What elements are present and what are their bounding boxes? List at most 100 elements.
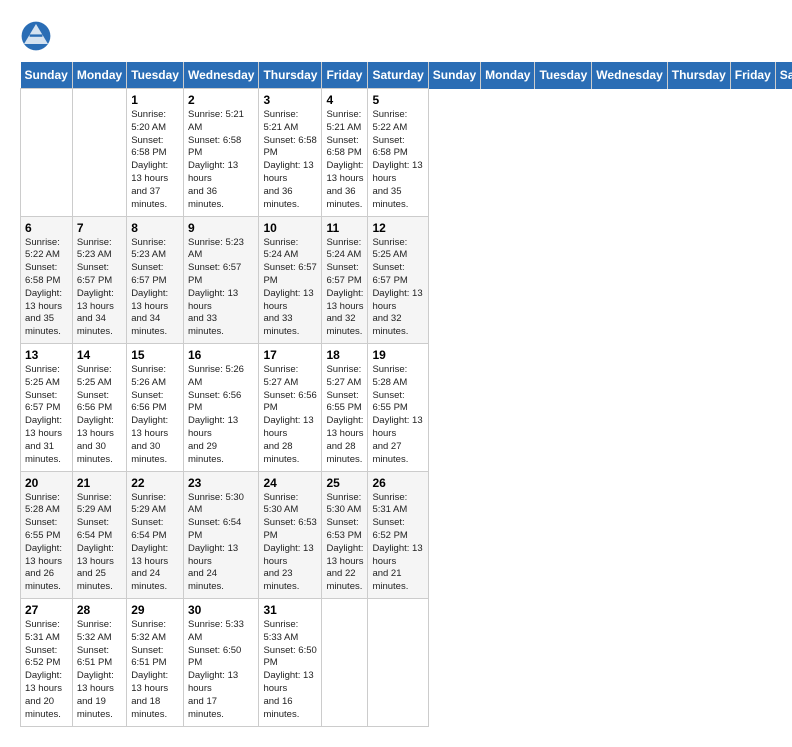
day-number: 13 — [25, 348, 68, 362]
col-header-tuesday: Tuesday — [127, 62, 184, 89]
day-info: Sunrise: 5:30 AM Sunset: 6:53 PM Dayligh… — [263, 492, 317, 595]
calendar-cell: 4Sunrise: 5:21 AM Sunset: 6:58 PM Daylig… — [322, 89, 368, 217]
calendar-cell: 30 Sunrise: 5:33 AM Sunset: 6:50 PM Dayli… — [183, 599, 258, 727]
day-number: 9 — [188, 221, 254, 235]
calendar-cell: 9 Sunrise: 5:23 AM Sunset: 6:57 PM Daylig… — [183, 216, 258, 344]
calendar-cell: 25 Sunrise: 5:30 AM Sunset: 6:53 PM Dayli… — [322, 471, 368, 599]
day-info: Sunrise: 5:29 AM Sunset: 6:54 PM Dayligh… — [77, 492, 122, 595]
day-info: Sunrise: 5:21 AM Sunset: 6:58 PM Dayligh… — [188, 109, 254, 212]
day-info: Sunrise: 5:23 AM Sunset: 6:57 PM Dayligh… — [131, 237, 179, 340]
day-info: Sunrise: 5:29 AM Sunset: 6:54 PM Dayligh… — [131, 492, 179, 595]
calendar-cell: 26 Sunrise: 5:31 AM Sunset: 6:52 PM Dayli… — [368, 471, 428, 599]
calendar-cell: 16 Sunrise: 5:26 AM Sunset: 6:56 PM Dayli… — [183, 344, 258, 472]
col-header-thursday: Thursday — [259, 62, 322, 89]
day-info: Sunrise: 5:32 AM Sunset: 6:51 PM Dayligh… — [77, 619, 122, 722]
day-number: 26 — [372, 476, 423, 490]
calendar-cell: 1Sunrise: 5:20 AM Sunset: 6:58 PM Daylig… — [127, 89, 184, 217]
day-number: 8 — [131, 221, 179, 235]
day-info: Sunrise: 5:25 AM Sunset: 6:57 PM Dayligh… — [372, 237, 423, 340]
day-info: Sunrise: 5:24 AM Sunset: 6:57 PM Dayligh… — [263, 237, 317, 340]
day-number: 16 — [188, 348, 254, 362]
day-info: Sunrise: 5:27 AM Sunset: 6:55 PM Dayligh… — [326, 364, 363, 467]
calendar-cell: 19Sunrise: 5:28 AM Sunset: 6:55 PM Dayli… — [368, 344, 428, 472]
col-header-thursday: Thursday — [667, 62, 730, 89]
day-number: 14 — [77, 348, 122, 362]
col-header-wednesday: Wednesday — [183, 62, 258, 89]
calendar-cell — [322, 599, 368, 727]
day-info: Sunrise: 5:22 AM Sunset: 6:58 PM Dayligh… — [372, 109, 423, 212]
calendar-cell — [368, 599, 428, 727]
calendar-week-3: 13 Sunrise: 5:25 AM Sunset: 6:57 PM Dayli… — [21, 344, 792, 472]
calendar-cell: 10 Sunrise: 5:24 AM Sunset: 6:57 PM Dayli… — [259, 216, 322, 344]
logo-icon — [20, 20, 52, 52]
day-info: Sunrise: 5:23 AM Sunset: 6:57 PM Dayligh… — [188, 237, 254, 340]
day-info: Sunrise: 5:33 AM Sunset: 6:50 PM Dayligh… — [188, 619, 254, 722]
day-info: Sunrise: 5:24 AM Sunset: 6:57 PM Dayligh… — [326, 237, 363, 340]
day-number: 19 — [372, 348, 423, 362]
col-header-sunday: Sunday — [428, 62, 480, 89]
col-header-monday: Monday — [72, 62, 126, 89]
calendar-cell: 12 Sunrise: 5:25 AM Sunset: 6:57 PM Dayli… — [368, 216, 428, 344]
calendar-table: SundayMondayTuesdayWednesdayThursdayFrid… — [20, 62, 792, 727]
day-number: 22 — [131, 476, 179, 490]
day-number: 21 — [77, 476, 122, 490]
calendar-cell: 20 Sunrise: 5:28 AM Sunset: 6:55 PM Dayli… — [21, 471, 73, 599]
calendar-cell: 7Sunrise: 5:23 AM Sunset: 6:57 PM Daylig… — [72, 216, 126, 344]
day-info: Sunrise: 5:27 AM Sunset: 6:56 PM Dayligh… — [263, 364, 317, 467]
page-header — [20, 20, 772, 52]
day-info: Sunrise: 5:25 AM Sunset: 6:56 PM Dayligh… — [77, 364, 122, 467]
day-info: Sunrise: 5:20 AM Sunset: 6:58 PM Dayligh… — [131, 109, 179, 212]
day-number: 31 — [263, 603, 317, 617]
col-header-tuesday: Tuesday — [535, 62, 592, 89]
calendar-cell: 11 Sunrise: 5:24 AM Sunset: 6:57 PM Dayli… — [322, 216, 368, 344]
day-number: 2 — [188, 93, 254, 107]
day-number: 7 — [77, 221, 122, 235]
day-number: 6 — [25, 221, 68, 235]
day-number: 24 — [263, 476, 317, 490]
calendar-cell: 13 Sunrise: 5:25 AM Sunset: 6:57 PM Dayli… — [21, 344, 73, 472]
day-info: Sunrise: 5:33 AM Sunset: 6:50 PM Dayligh… — [263, 619, 317, 722]
calendar-cell: 14 Sunrise: 5:25 AM Sunset: 6:56 PM Dayli… — [72, 344, 126, 472]
col-header-sunday: Sunday — [21, 62, 73, 89]
calendar-header-row: SundayMondayTuesdayWednesdayThursdayFrid… — [21, 62, 792, 89]
calendar-cell: 29Sunrise: 5:32 AM Sunset: 6:51 PM Dayli… — [127, 599, 184, 727]
calendar-week-5: 27Sunrise: 5:31 AM Sunset: 6:52 PM Dayli… — [21, 599, 792, 727]
calendar-cell: 31 Sunrise: 5:33 AM Sunset: 6:50 PM Dayli… — [259, 599, 322, 727]
day-info: Sunrise: 5:22 AM Sunset: 6:58 PM Dayligh… — [25, 237, 68, 340]
calendar-cell: 21 Sunrise: 5:29 AM Sunset: 6:54 PM Dayli… — [72, 471, 126, 599]
day-info: Sunrise: 5:21 AM Sunset: 6:58 PM Dayligh… — [263, 109, 317, 212]
col-header-saturday: Saturday — [775, 62, 792, 89]
day-number: 3 — [263, 93, 317, 107]
day-number: 11 — [326, 221, 363, 235]
day-number: 25 — [326, 476, 363, 490]
day-number: 5 — [372, 93, 423, 107]
day-info: Sunrise: 5:25 AM Sunset: 6:57 PM Dayligh… — [25, 364, 68, 467]
col-header-wednesday: Wednesday — [592, 62, 667, 89]
col-header-friday: Friday — [322, 62, 368, 89]
day-info: Sunrise: 5:30 AM Sunset: 6:53 PM Dayligh… — [326, 492, 363, 595]
calendar-cell — [72, 89, 126, 217]
day-info: Sunrise: 5:32 AM Sunset: 6:51 PM Dayligh… — [131, 619, 179, 722]
calendar-cell: 6 Sunrise: 5:22 AM Sunset: 6:58 PM Daylig… — [21, 216, 73, 344]
calendar-cell: 17 Sunrise: 5:27 AM Sunset: 6:56 PM Dayli… — [259, 344, 322, 472]
col-header-saturday: Saturday — [368, 62, 428, 89]
calendar-cell: 24 Sunrise: 5:30 AM Sunset: 6:53 PM Dayli… — [259, 471, 322, 599]
calendar-cell: 22 Sunrise: 5:29 AM Sunset: 6:54 PM Dayli… — [127, 471, 184, 599]
day-info: Sunrise: 5:26 AM Sunset: 6:56 PM Dayligh… — [188, 364, 254, 467]
day-number: 27 — [25, 603, 68, 617]
calendar-cell: 23Sunrise: 5:30 AM Sunset: 6:54 PM Dayli… — [183, 471, 258, 599]
day-number: 12 — [372, 221, 423, 235]
day-number: 23 — [188, 476, 254, 490]
day-number: 20 — [25, 476, 68, 490]
day-number: 17 — [263, 348, 317, 362]
day-number: 30 — [188, 603, 254, 617]
calendar-week-2: 6 Sunrise: 5:22 AM Sunset: 6:58 PM Daylig… — [21, 216, 792, 344]
calendar-cell: 3 Sunrise: 5:21 AM Sunset: 6:58 PM Daylig… — [259, 89, 322, 217]
day-info: Sunrise: 5:31 AM Sunset: 6:52 PM Dayligh… — [372, 492, 423, 595]
day-number: 10 — [263, 221, 317, 235]
day-info: Sunrise: 5:21 AM Sunset: 6:58 PM Dayligh… — [326, 109, 363, 212]
calendar-cell: 8 Sunrise: 5:23 AM Sunset: 6:57 PM Daylig… — [127, 216, 184, 344]
col-header-friday: Friday — [730, 62, 775, 89]
day-info: Sunrise: 5:28 AM Sunset: 6:55 PM Dayligh… — [25, 492, 68, 595]
calendar-week-1: 1Sunrise: 5:20 AM Sunset: 6:58 PM Daylig… — [21, 89, 792, 217]
